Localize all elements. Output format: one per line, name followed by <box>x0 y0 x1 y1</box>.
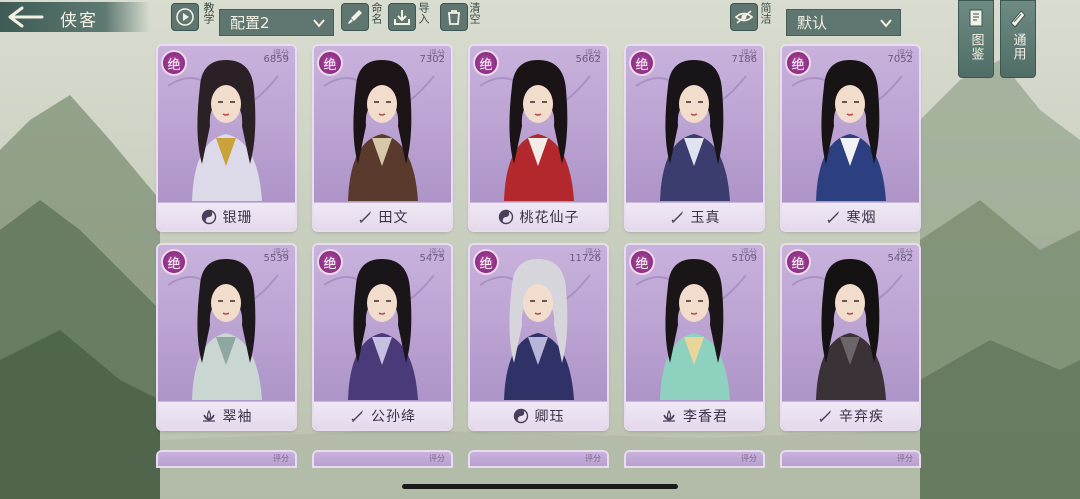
book-icon <box>969 9 983 27</box>
scroll-icon <box>1010 10 1026 28</box>
sort-select[interactable]: 默认 <box>786 9 901 36</box>
general-label: 通用 <box>1010 33 1026 61</box>
score-value: 7052 <box>887 54 913 65</box>
rank-badge: 绝 <box>629 50 655 76</box>
rank-badge: 绝 <box>161 50 187 76</box>
brush-icon <box>348 10 362 24</box>
rank-badge: 绝 <box>785 249 811 275</box>
rename-label: 命名 <box>370 2 383 24</box>
partial-card[interactable]: 评分 <box>626 452 763 466</box>
score-value: 5109 <box>731 253 757 264</box>
config-select-value: 配置2 <box>230 14 270 32</box>
rank-badge: 绝 <box>473 50 499 76</box>
chevron-down-icon <box>880 19 892 28</box>
lotus-icon <box>202 409 215 422</box>
character-card[interactable]: 绝评分 5109 李香君 <box>626 245 763 429</box>
back-arrow-icon <box>8 6 44 28</box>
config-select[interactable]: 配置2 <box>219 9 334 36</box>
partial-card[interactable]: 评分 <box>314 452 451 466</box>
yin-yang-icon <box>498 209 513 224</box>
character-card[interactable]: 绝评分 5475 公孙绛 <box>314 245 451 429</box>
simple-view-label: 简洁 <box>759 2 772 24</box>
clear-label: 清空 <box>468 2 481 24</box>
sword-icon <box>819 409 831 422</box>
name-bar: 寒烟 <box>782 202 919 230</box>
character-card[interactable]: 绝评分 11726 卿珏 <box>470 245 607 429</box>
score-value: 11726 <box>569 253 601 264</box>
atlas-button[interactable]: 图鉴 <box>958 0 994 78</box>
yin-yang-icon <box>513 408 528 423</box>
score-value: 5539 <box>263 253 289 264</box>
character-name: 李香君 <box>683 408 728 425</box>
character-card[interactable]: 绝评分 5539 翠袖 <box>158 245 295 429</box>
import-button[interactable] <box>388 3 416 31</box>
sort-select-value: 默认 <box>797 14 828 32</box>
name-bar: 玉真 <box>626 202 763 230</box>
partial-card[interactable]: 评分 <box>782 452 919 466</box>
character-card[interactable]: 绝评分 5482 辛弃疾 <box>782 245 919 429</box>
simple-view-button[interactable] <box>730 3 758 31</box>
character-name: 翠袖 <box>222 408 253 425</box>
lotus-icon <box>663 409 675 422</box>
sword-icon <box>671 210 683 223</box>
sword-icon <box>359 210 371 223</box>
name-bar: 卿珏 <box>470 401 607 429</box>
score-value: 5662 <box>575 54 601 65</box>
character-card[interactable]: 绝评分 7186 玉真 <box>626 46 763 230</box>
character-name: 银珊 <box>222 209 253 226</box>
score-value: 5482 <box>887 253 913 264</box>
atlas-label: 图鉴 <box>968 33 984 61</box>
character-card[interactable]: 绝评分 5662 桃花仙子 <box>470 46 607 230</box>
play-icon <box>176 8 194 26</box>
tutorial-label: 教学 <box>202 2 215 24</box>
character-name: 卿珏 <box>534 408 565 425</box>
character-name: 辛弃疾 <box>839 408 884 425</box>
rename-button[interactable] <box>341 3 369 31</box>
character-card[interactable]: 绝评分 6859 银珊 <box>158 46 295 230</box>
rank-badge: 绝 <box>629 249 655 275</box>
name-bar: 桃花仙子 <box>470 202 607 230</box>
character-name: 桃花仙子 <box>519 209 580 226</box>
eye-slash-icon <box>734 10 754 24</box>
download-icon <box>394 10 410 25</box>
trash-icon <box>448 10 460 25</box>
chevron-down-icon <box>313 19 325 28</box>
name-bar: 翠袖 <box>158 401 295 429</box>
import-label: 导入 <box>417 2 430 24</box>
character-name: 玉真 <box>690 209 721 226</box>
yin-yang-icon <box>201 209 216 224</box>
sword-icon <box>827 210 839 223</box>
page-title: 侠客 <box>60 11 98 31</box>
sword-icon <box>351 409 363 422</box>
character-card[interactable]: 绝评分 7302 田文 <box>314 46 451 230</box>
score-value: 5475 <box>419 253 445 264</box>
score-value: 7302 <box>419 54 445 65</box>
name-bar: 田文 <box>314 202 451 230</box>
rank-badge: 绝 <box>317 50 343 76</box>
score-value: 7186 <box>731 54 757 65</box>
general-button[interactable]: 通用 <box>1000 0 1036 78</box>
name-bar: 李香君 <box>626 401 763 429</box>
name-bar: 公孙绛 <box>314 401 451 429</box>
character-name: 公孙绛 <box>371 408 416 425</box>
top-bar: 侠客 教学 配置2 命名 导入 清空 简洁 默认 图鉴 通用 <box>0 0 1080 78</box>
character-name: 田文 <box>378 209 409 226</box>
rank-badge: 绝 <box>473 249 499 275</box>
score-value: 6859 <box>263 54 289 65</box>
partial-card[interactable]: 评分 <box>158 452 295 466</box>
rank-badge: 绝 <box>785 50 811 76</box>
back-button[interactable]: 侠客 <box>0 2 150 32</box>
clear-button[interactable] <box>440 3 468 31</box>
rank-badge: 绝 <box>317 249 343 275</box>
name-bar: 辛弃疾 <box>782 401 919 429</box>
partial-card[interactable]: 评分 <box>470 452 607 466</box>
character-card[interactable]: 绝评分 7052 寒烟 <box>782 46 919 230</box>
name-bar: 银珊 <box>158 202 295 230</box>
character-name: 寒烟 <box>846 209 877 226</box>
rank-badge: 绝 <box>161 249 187 275</box>
tutorial-button[interactable] <box>171 3 199 31</box>
home-indicator[interactable] <box>402 484 678 489</box>
